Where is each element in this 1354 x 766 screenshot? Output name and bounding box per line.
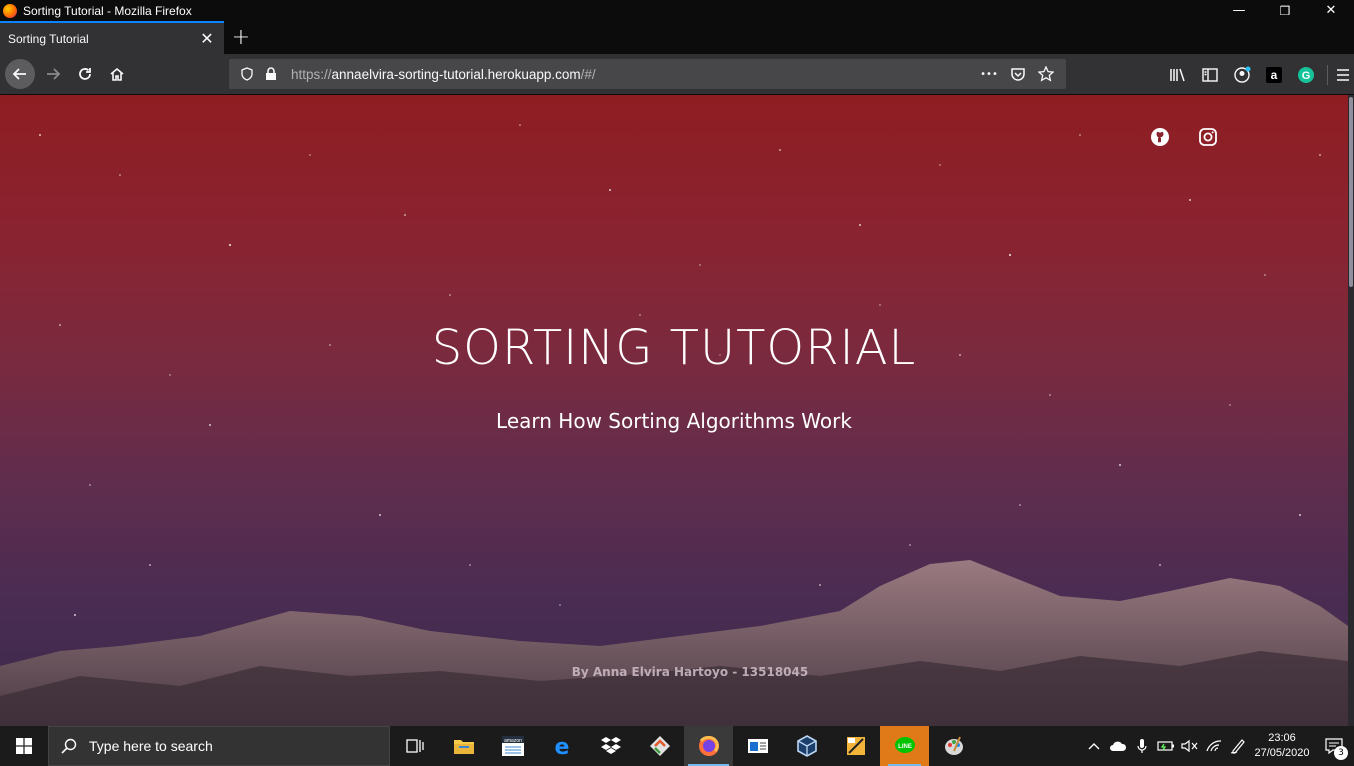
firefox-taskbar-icon[interactable] xyxy=(684,726,733,766)
pocket-icon[interactable] xyxy=(1004,62,1032,86)
tab-close-icon[interactable]: ✕ xyxy=(198,29,216,49)
firefox-logo-icon xyxy=(3,3,17,18)
pinned-app-icon[interactable] xyxy=(831,726,880,766)
taskbar-search-box[interactable]: Type here to search xyxy=(48,726,390,766)
dropbox-icon[interactable] xyxy=(586,726,635,766)
new-tab-button[interactable]: + xyxy=(224,21,258,54)
tab-label: Sorting Tutorial xyxy=(8,31,89,46)
tab-strip: Sorting Tutorial ✕ + xyxy=(0,21,1354,54)
navigation-toolbar: https://annaelvira-sorting-tutorial.hero… xyxy=(0,54,1354,95)
action-center-button[interactable]: 3 xyxy=(1314,726,1354,766)
page-title: SORTING TUTORIAL xyxy=(431,320,917,376)
window-app-icon[interactable] xyxy=(733,726,782,766)
account-icon[interactable] xyxy=(1226,59,1258,91)
clock-time: 23:06 xyxy=(1268,732,1296,744)
url-bar[interactable]: https://annaelvira-sorting-tutorial.hero… xyxy=(229,59,1066,89)
svg-text:e: e xyxy=(554,735,569,757)
wifi-icon[interactable] xyxy=(1202,726,1226,766)
github-icon[interactable] xyxy=(1150,127,1170,147)
window-title: Sorting Tutorial - Mozilla Firefox xyxy=(23,3,192,18)
home-icon xyxy=(110,67,124,81)
toolbar-right-group: a G xyxy=(1162,54,1354,95)
forward-button[interactable] xyxy=(37,58,69,90)
clock-date: 27/05/2020 xyxy=(1254,747,1310,759)
page-scrollbar[interactable] xyxy=(1348,95,1354,726)
separator xyxy=(1322,59,1332,91)
svg-text:a: a xyxy=(1271,68,1278,82)
amazon-app-icon[interactable]: amazon xyxy=(488,726,537,766)
url-host: annaelvira-sorting-tutorial.herokuapp.co… xyxy=(331,66,581,82)
scrollbar-thumb[interactable] xyxy=(1349,97,1353,287)
maximize-button[interactable]: ❒ xyxy=(1262,0,1308,21)
tracking-protection-shield-icon[interactable] xyxy=(235,62,259,86)
page-actions-more-button[interactable]: ••• xyxy=(974,62,1004,86)
home-button[interactable] xyxy=(101,58,133,90)
system-tray: 23:06 27/05/2020 3 xyxy=(1082,726,1354,766)
page-hero: SORTING TUTORIAL Learn How Sorting Algor… xyxy=(0,95,1348,726)
start-button[interactable] xyxy=(0,726,48,766)
grammarly-icon[interactable]: G xyxy=(1290,59,1322,91)
mountain-silhouette xyxy=(0,560,1348,726)
url-path: /#/ xyxy=(580,66,596,82)
search-icon xyxy=(61,738,77,754)
tab-sorting-tutorial[interactable]: Sorting Tutorial ✕ xyxy=(0,21,224,54)
lock-icon[interactable] xyxy=(259,62,283,86)
search-placeholder: Type here to search xyxy=(89,738,213,754)
microphone-icon[interactable] xyxy=(1130,726,1154,766)
svg-text:G: G xyxy=(1302,70,1311,82)
back-button[interactable] xyxy=(5,59,35,89)
battery-icon[interactable] xyxy=(1154,726,1178,766)
url-scheme: https:// xyxy=(291,66,332,82)
url-text[interactable]: https://annaelvira-sorting-tutorial.hero… xyxy=(291,67,974,82)
close-window-button[interactable]: ✕ xyxy=(1308,0,1354,21)
git-gui-icon[interactable] xyxy=(635,726,684,766)
sidebar-icon[interactable] xyxy=(1194,59,1226,91)
hamburger-menu-icon[interactable] xyxy=(1332,59,1354,91)
windows-taskbar: Type here to search amazon e LINE 23:06 … xyxy=(0,726,1354,766)
virtualbox-icon[interactable] xyxy=(782,726,831,766)
windows-logo-icon xyxy=(16,738,32,754)
volume-muted-icon[interactable] xyxy=(1178,726,1202,766)
taskbar-clock[interactable]: 23:06 27/05/2020 xyxy=(1250,731,1314,761)
svg-text:amazon: amazon xyxy=(504,738,522,744)
library-icon[interactable] xyxy=(1162,59,1194,91)
reload-button[interactable] xyxy=(69,58,101,90)
page-subtitle: Learn How Sorting Algorithms Work xyxy=(496,409,852,433)
file-explorer-icon[interactable] xyxy=(439,726,488,766)
arrow-left-icon xyxy=(12,68,26,80)
edge-browser-icon[interactable]: e xyxy=(537,726,586,766)
arrow-right-icon xyxy=(47,68,61,80)
line-app-icon[interactable]: LINE xyxy=(880,726,929,766)
task-view-icon[interactable] xyxy=(390,726,439,766)
pen-workspace-icon[interactable] xyxy=(1226,726,1250,766)
notification-count-badge: 3 xyxy=(1334,746,1348,760)
paint-app-icon[interactable] xyxy=(929,726,978,766)
amazon-extension-icon[interactable]: a xyxy=(1258,59,1290,91)
minimize-button[interactable]: — xyxy=(1216,0,1262,21)
author-byline: By Anna Elvira Hartoyo - 13518045 xyxy=(571,665,809,679)
onedrive-icon[interactable] xyxy=(1106,726,1130,766)
instagram-icon[interactable] xyxy=(1198,127,1218,147)
window-titlebar: Sorting Tutorial - Mozilla Firefox — ❒ ✕ xyxy=(0,0,1354,21)
svg-text:LINE: LINE xyxy=(898,744,912,750)
show-hidden-icons-chevron-up-icon[interactable] xyxy=(1082,726,1106,766)
reload-icon xyxy=(79,68,91,80)
bookmark-star-icon[interactable] xyxy=(1032,62,1060,86)
